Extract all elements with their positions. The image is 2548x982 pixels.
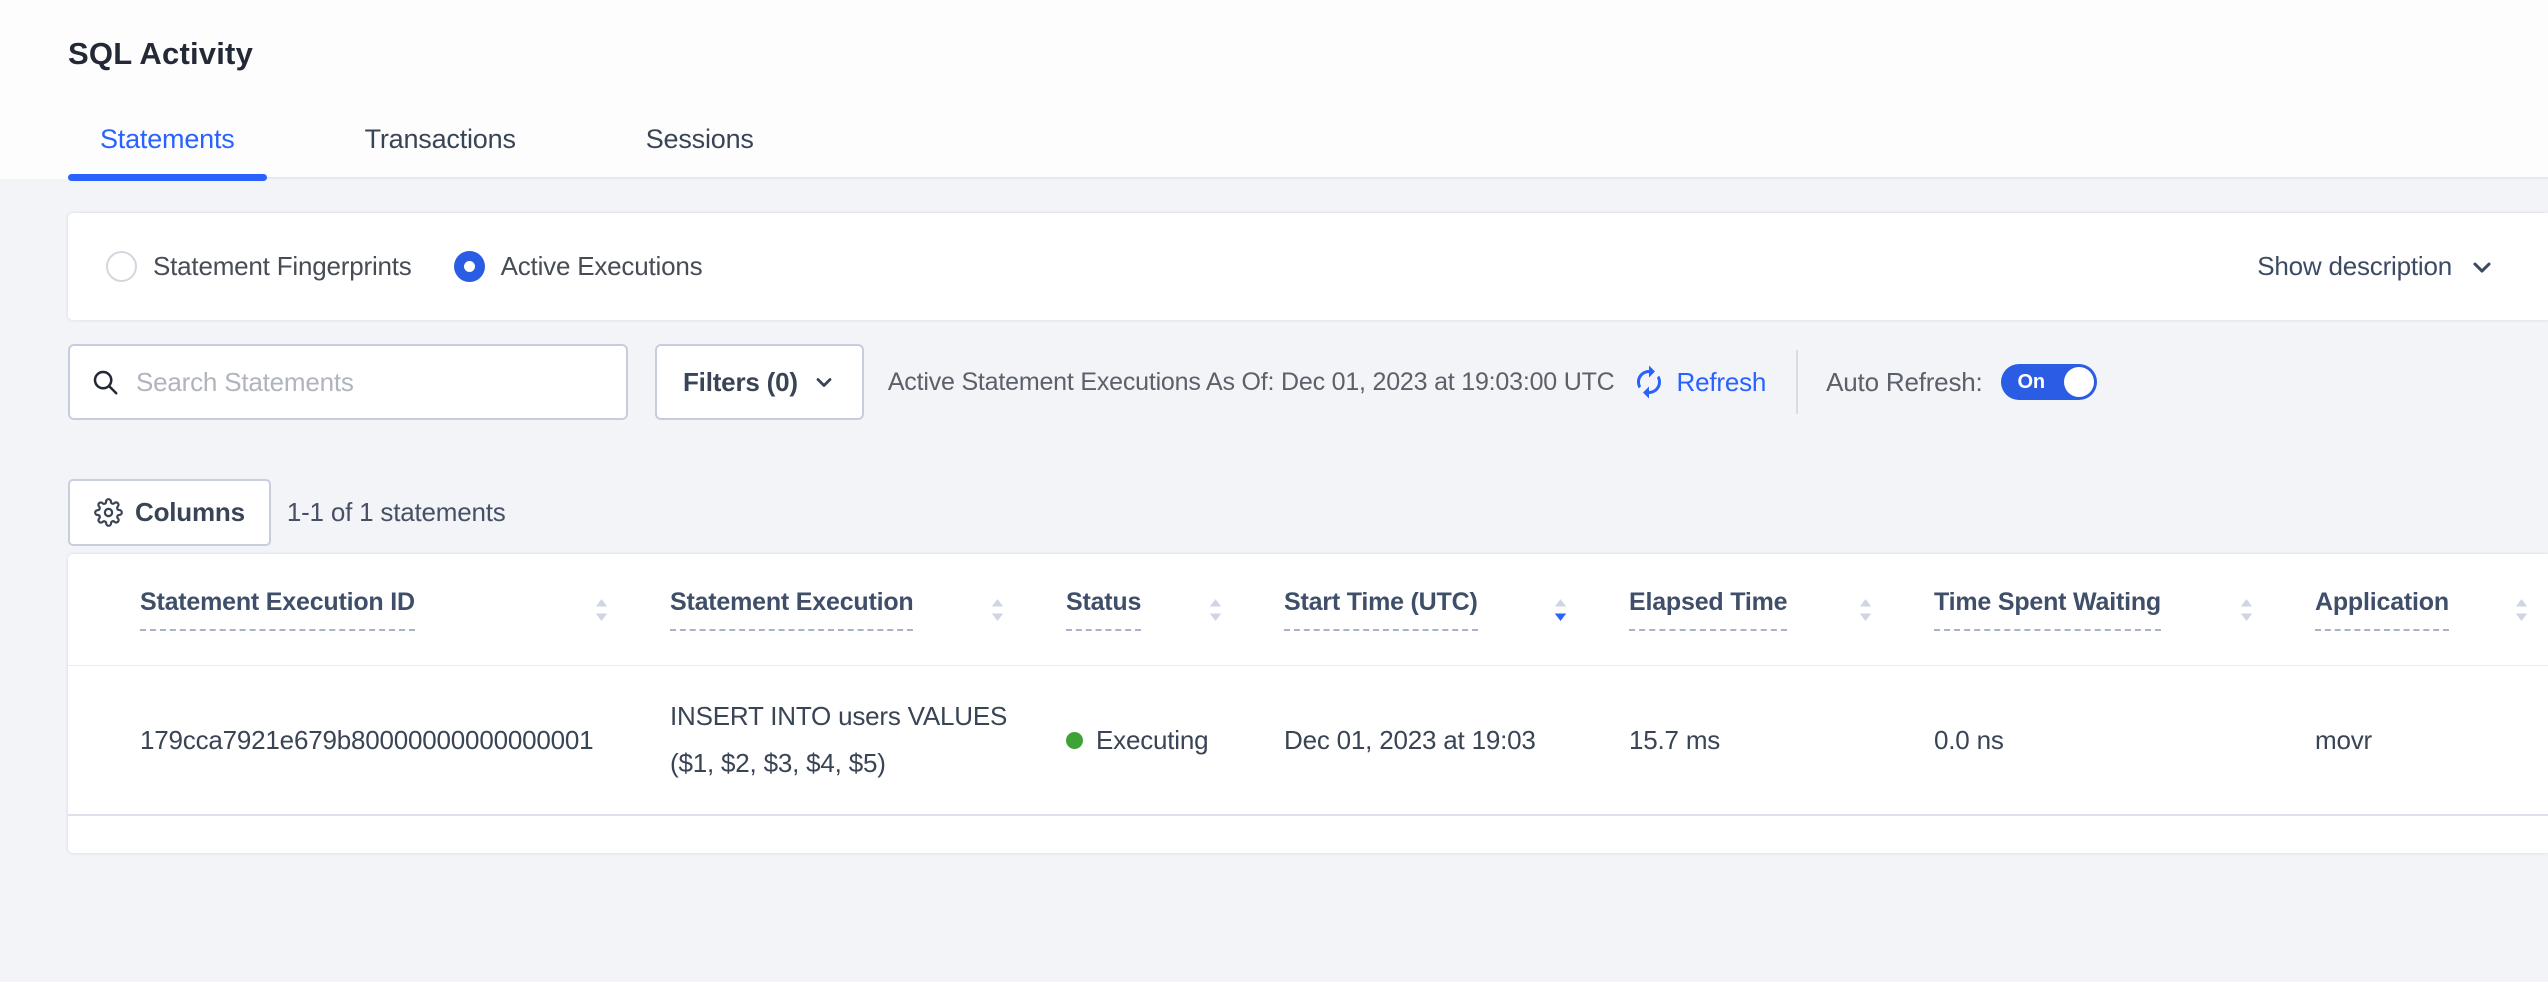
sort-icon xyxy=(987,595,1008,625)
column-header-application[interactable]: Application xyxy=(2315,588,2548,631)
vertical-divider xyxy=(1796,350,1798,414)
cell-statement: INSERT INTO users VALUES ($1, $2, $3, $4… xyxy=(670,693,1066,787)
column-header-start-time[interactable]: Start Time (UTC) xyxy=(1284,588,1629,631)
toggle-state-label: On xyxy=(2018,371,2045,394)
cell-status: Executing xyxy=(1066,725,1284,756)
refresh-label: Refresh xyxy=(1677,367,1767,398)
refresh-icon xyxy=(1631,364,1667,400)
statements-table: Statement Execution ID Statement Executi… xyxy=(68,554,2548,853)
radio-label: Active Executions xyxy=(501,251,703,282)
view-mode-card: Statement Fingerprints Active Executions… xyxy=(68,213,2548,320)
tab-bar: Statements Transactions Sessions xyxy=(68,124,2548,179)
toggle-knob xyxy=(2064,367,2094,397)
chevron-down-icon xyxy=(812,370,836,394)
auto-refresh-label: Auto Refresh: xyxy=(1826,367,1982,398)
column-header-statement-execution[interactable]: Statement Execution xyxy=(670,588,1066,631)
columns-label: Columns xyxy=(135,497,245,528)
radio-circle-icon xyxy=(106,251,137,282)
cell-execution-id: 179cca7921e679b80000000000000001 xyxy=(140,725,670,756)
cell-elapsed-time: 15.7 ms xyxy=(1629,725,1934,756)
sort-icon xyxy=(2511,595,2532,625)
view-mode-radio-group: Statement Fingerprints Active Executions xyxy=(106,251,702,282)
sort-icon xyxy=(1855,595,1876,625)
auto-refresh-toggle[interactable]: On xyxy=(2001,364,2097,400)
column-header-elapsed-time[interactable]: Elapsed Time xyxy=(1629,588,1934,631)
radio-circle-icon xyxy=(454,251,485,282)
sort-icon xyxy=(1205,595,1226,625)
table-header-row: Statement Execution ID Statement Executi… xyxy=(68,554,2548,666)
column-header-status[interactable]: Status xyxy=(1066,588,1284,631)
tab-transactions[interactable]: Transactions xyxy=(333,124,548,177)
status-label: Executing xyxy=(1096,725,1208,756)
column-header-statement-execution-id[interactable]: Statement Execution ID xyxy=(140,588,670,631)
search-icon xyxy=(90,367,120,397)
executing-status-dot xyxy=(1066,732,1083,749)
refresh-button[interactable]: Refresh xyxy=(1631,364,1767,400)
filters-label: Filters (0) xyxy=(683,367,798,398)
gear-icon xyxy=(94,498,123,527)
show-description-toggle[interactable]: Show description xyxy=(2257,251,2496,282)
table-toolbar: Columns 1-1 of 1 statements xyxy=(68,479,2548,546)
cell-application: movr xyxy=(2315,725,2548,756)
results-count: 1-1 of 1 statements xyxy=(287,497,506,528)
filters-button[interactable]: Filters (0) xyxy=(655,344,864,420)
show-description-label: Show description xyxy=(2257,251,2452,282)
content-area: Statement Fingerprints Active Executions… xyxy=(0,179,2548,853)
columns-button[interactable]: Columns xyxy=(68,479,271,546)
radio-statement-fingerprints[interactable]: Statement Fingerprints xyxy=(106,251,412,282)
as-of-timestamp: Active Statement Executions As Of: Dec 0… xyxy=(888,368,1615,397)
controls-row: Filters (0) Active Statement Executions … xyxy=(68,344,2548,420)
tab-statements[interactable]: Statements xyxy=(68,124,267,177)
radio-active-executions[interactable]: Active Executions xyxy=(454,251,703,282)
radio-label: Statement Fingerprints xyxy=(153,251,412,282)
search-input[interactable] xyxy=(136,367,606,398)
cell-start-time: Dec 01, 2023 at 19:03 xyxy=(1284,725,1629,756)
chevron-down-icon xyxy=(2468,253,2496,281)
table-row[interactable]: 179cca7921e679b80000000000000001 INSERT … xyxy=(68,666,2548,816)
sort-icon xyxy=(591,595,612,625)
sort-icon xyxy=(2236,595,2257,625)
tab-sessions[interactable]: Sessions xyxy=(614,124,786,177)
page-header: SQL Activity Statements Transactions Ses… xyxy=(0,0,2548,179)
column-header-time-spent-waiting[interactable]: Time Spent Waiting xyxy=(1934,588,2315,631)
sort-icon xyxy=(1550,595,1571,625)
cell-time-spent-waiting: 0.0 ns xyxy=(1934,725,2315,756)
search-box xyxy=(68,344,628,420)
page-title: SQL Activity xyxy=(68,36,2548,72)
